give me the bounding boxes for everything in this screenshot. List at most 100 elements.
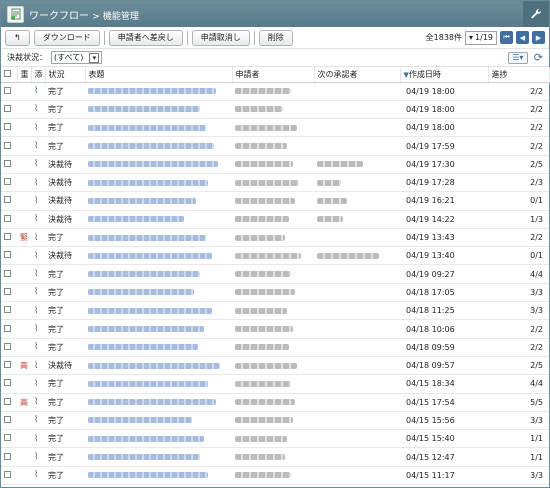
- row-select-cell[interactable]: [1, 466, 17, 486]
- table-row[interactable]: ⌇ 完了 04/18 10:06 2/2: [1, 319, 549, 339]
- row-subject[interactable]: [85, 210, 232, 229]
- subject-link-redacted[interactable]: [88, 417, 192, 424]
- row-checkbox[interactable]: [4, 141, 11, 149]
- row-subject[interactable]: [85, 466, 232, 486]
- table-row[interactable]: ⌇ 完了 04/19 18:00 2/2: [1, 100, 549, 120]
- row-subject[interactable]: [85, 411, 232, 431]
- row-checkbox[interactable]: [4, 361, 11, 369]
- row-checkbox[interactable]: [4, 452, 11, 460]
- subject-link-redacted[interactable]: [88, 106, 200, 113]
- select-all-header[interactable]: [1, 67, 18, 83]
- subject-link-redacted[interactable]: [88, 143, 214, 150]
- subject-link-redacted[interactable]: [88, 161, 218, 168]
- row-subject[interactable]: [85, 136, 232, 156]
- row-subject[interactable]: [85, 429, 232, 449]
- row-checkbox[interactable]: [4, 342, 11, 350]
- row-subject[interactable]: [85, 155, 232, 174]
- row-checkbox[interactable]: [4, 470, 11, 478]
- row-checkbox[interactable]: [4, 196, 11, 204]
- row-select-cell[interactable]: [1, 246, 17, 266]
- table-row[interactable]: ⌇ 完了 04/15 15:56 3/3: [1, 411, 549, 431]
- row-subject[interactable]: [85, 338, 232, 357]
- app-name[interactable]: ワークフロー: [29, 11, 89, 22]
- table-row[interactable]: ⌇ 完了 04/18 09:59 2/2: [1, 338, 549, 357]
- row-subject[interactable]: [85, 319, 232, 339]
- row-checkbox[interactable]: [4, 269, 11, 277]
- table-row[interactable]: ⌇ 完了 04/19 09:27 4/4: [1, 264, 549, 284]
- subject-link-redacted[interactable]: [88, 307, 212, 314]
- row-subject[interactable]: [85, 228, 232, 248]
- row-checkbox[interactable]: [4, 159, 11, 167]
- row-select-cell[interactable]: [1, 82, 17, 101]
- row-select-cell[interactable]: [1, 264, 17, 284]
- row-subject[interactable]: [85, 100, 232, 120]
- table-row[interactable]: ⌇ 完了 04/15 15:40 1/1: [1, 429, 549, 449]
- table-row[interactable]: ⌇ 完了 04/18 17:05 3/3: [1, 283, 549, 303]
- subject-link-redacted[interactable]: [88, 454, 200, 461]
- row-select-cell[interactable]: [1, 319, 17, 339]
- column-next-approver[interactable]: 次の承認者: [314, 67, 401, 83]
- table-row[interactable]: ⌇ 完了 04/15 12:47 1/1: [1, 447, 549, 467]
- refresh-icon[interactable]: ⟳: [534, 51, 543, 64]
- row-checkbox[interactable]: [4, 306, 11, 314]
- status-filter-select[interactable]: (すべて) ▾: [51, 51, 103, 64]
- list-view-menu-icon[interactable]: ☰▾: [507, 51, 528, 64]
- table-row[interactable]: ⌇ 決裁待 04/19 14:22 1/3: [1, 210, 549, 229]
- subject-link-redacted[interactable]: [88, 344, 198, 351]
- row-select-cell[interactable]: [1, 155, 17, 174]
- table-row[interactable]: ⌇ 完了 04/15 11:17 3/3: [1, 466, 549, 486]
- subject-link-redacted[interactable]: [88, 197, 196, 204]
- row-checkbox[interactable]: [4, 123, 11, 131]
- table-row[interactable]: ⌇ 完了 04/19 18:00 2/2: [1, 82, 549, 101]
- row-checkbox[interactable]: [4, 287, 11, 295]
- cancel-application-button[interactable]: 申請取消し: [191, 29, 250, 46]
- row-subject[interactable]: [85, 283, 232, 303]
- back-button[interactable]: ↰: [5, 29, 30, 46]
- table-row[interactable]: 高 ⌇ 完了 04/15 17:54 5/5: [1, 393, 549, 412]
- subject-link-redacted[interactable]: [88, 399, 216, 406]
- row-select-cell[interactable]: [1, 374, 17, 394]
- row-subject[interactable]: [85, 264, 232, 284]
- row-subject[interactable]: [85, 393, 232, 412]
- row-select-cell[interactable]: [1, 447, 17, 467]
- column-status[interactable]: 状況: [45, 67, 86, 83]
- delete-button[interactable]: 削除: [258, 29, 293, 46]
- row-subject[interactable]: [85, 301, 232, 321]
- row-select-cell[interactable]: [1, 118, 17, 138]
- subject-link-redacted[interactable]: [88, 472, 208, 479]
- column-subject[interactable]: 表題: [85, 67, 233, 83]
- row-select-cell[interactable]: [1, 301, 17, 321]
- row-select-cell[interactable]: [1, 338, 17, 357]
- row-checkbox[interactable]: [4, 397, 11, 405]
- column-applicant[interactable]: 申請者: [232, 67, 315, 83]
- row-subject[interactable]: [85, 118, 232, 138]
- row-checkbox[interactable]: [4, 251, 11, 259]
- column-importance[interactable]: 重: [17, 67, 32, 83]
- subject-link-redacted[interactable]: [88, 124, 206, 131]
- row-subject[interactable]: [85, 374, 232, 394]
- page-select[interactable]: ▾ 1/19: [465, 30, 497, 45]
- table-row[interactable]: ⌇ 完了 04/15 18:34 4/4: [1, 374, 549, 394]
- next-page-icon[interactable]: ▶: [532, 31, 545, 44]
- settings-wrench-icon[interactable]: [523, 1, 549, 27]
- prev-page-icon[interactable]: ◀: [516, 31, 529, 44]
- row-subject[interactable]: [85, 82, 232, 101]
- row-checkbox[interactable]: [4, 233, 11, 241]
- column-created[interactable]: ▼作成日時: [400, 67, 489, 83]
- row-checkbox[interactable]: [4, 415, 11, 423]
- row-checkbox[interactable]: [4, 434, 11, 442]
- subject-link-redacted[interactable]: [88, 179, 208, 186]
- table-row[interactable]: ⌇ 決裁待 04/19 17:28 2/3: [1, 173, 549, 193]
- row-checkbox[interactable]: [4, 178, 11, 186]
- row-select-cell[interactable]: [1, 136, 17, 156]
- subject-link-redacted[interactable]: [88, 88, 216, 95]
- row-select-cell[interactable]: [1, 173, 17, 193]
- row-checkbox[interactable]: [4, 379, 11, 387]
- table-row[interactable]: ⌇ 決裁待 04/19 16:21 0/1: [1, 191, 549, 211]
- return-to-applicant-button[interactable]: 申請者へ差戻し: [108, 29, 183, 46]
- row-checkbox[interactable]: [4, 324, 11, 332]
- row-subject[interactable]: [85, 447, 232, 467]
- table-row[interactable]: ⌇ 決裁待 04/19 17:30 2/5: [1, 155, 549, 174]
- row-select-cell[interactable]: [1, 228, 17, 248]
- row-select-cell[interactable]: [1, 411, 17, 431]
